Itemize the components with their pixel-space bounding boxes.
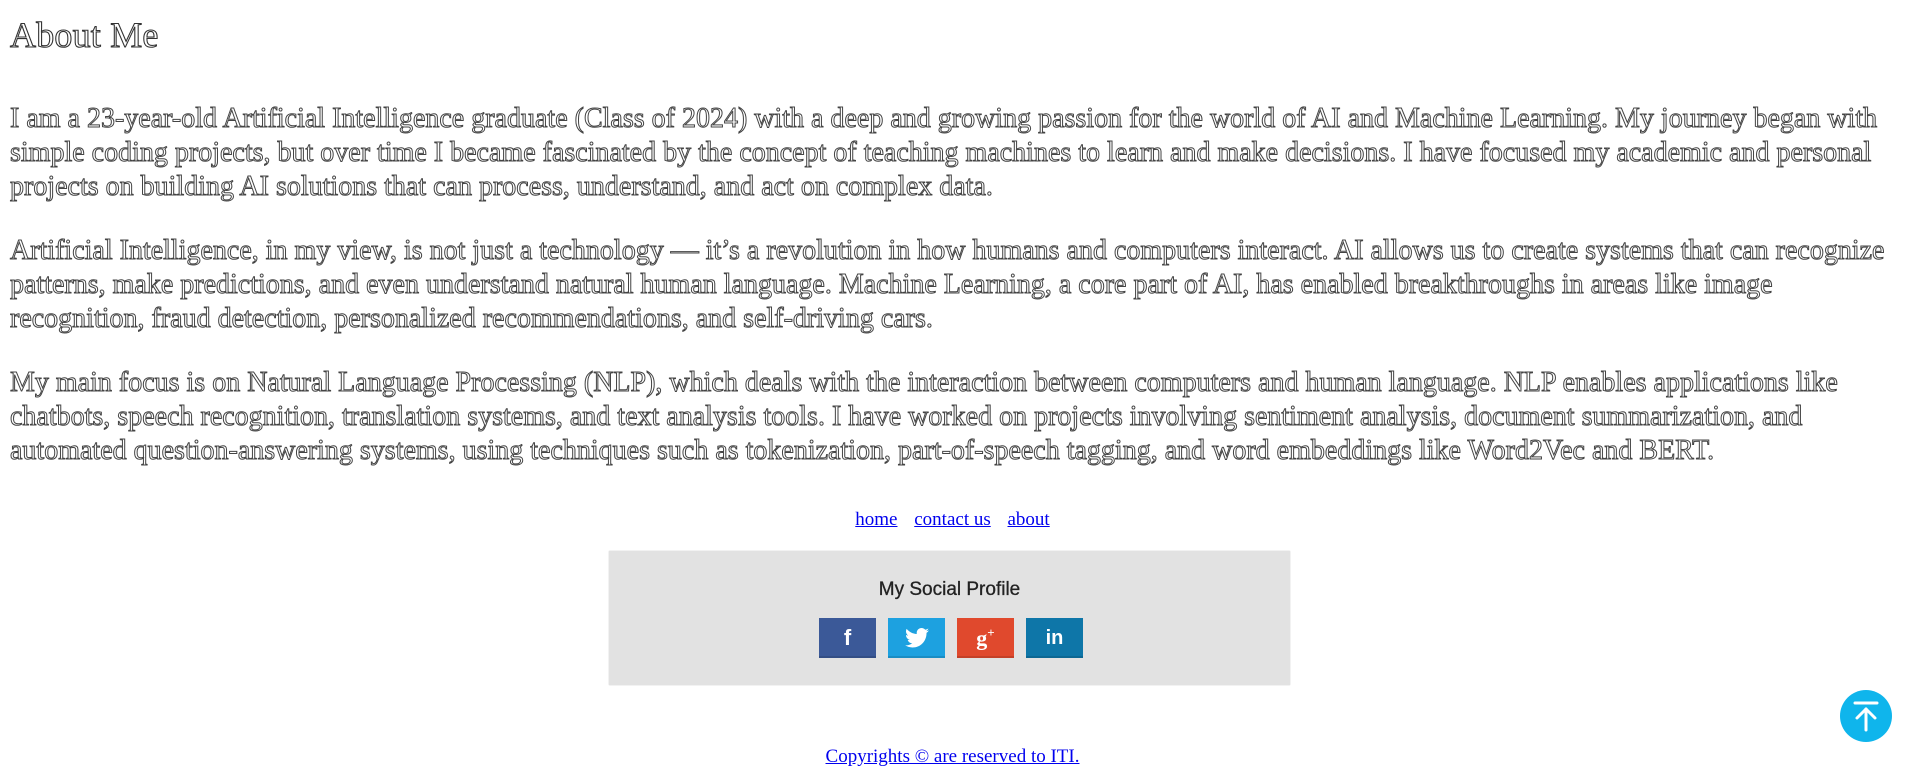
- facebook-icon: f: [843, 625, 852, 650]
- social-buttons: f g+ in: [819, 618, 1083, 658]
- social-profile-panel: My Social Profile f g+ in: [609, 551, 1290, 685]
- back-to-top-button[interactable]: [1840, 690, 1892, 742]
- about-paragraph-2: Artificial Intelligence, in my view, is …: [10, 235, 1885, 335]
- nav-link-about[interactable]: about: [1008, 509, 1050, 530]
- about-section: About Me I am a 23-year-old Artificial I…: [9, 0, 1895, 468]
- linkedin-button[interactable]: in: [1026, 618, 1083, 658]
- copyright-link[interactable]: Copyrights © are reserved to ITI.: [826, 746, 1080, 767]
- google-plus-button[interactable]: g+: [957, 618, 1014, 658]
- linkedin-icon: in: [1045, 626, 1064, 649]
- twitter-icon: [904, 628, 929, 648]
- arrow-up-icon: [1853, 701, 1879, 732]
- copyright-footer: Copyrights © are reserved to ITI.: [0, 745, 1905, 769]
- social-profile-title: My Social Profile: [878, 579, 1021, 600]
- twitter-button[interactable]: [888, 618, 945, 658]
- nav-link-contact-us[interactable]: contact us: [914, 509, 991, 530]
- nav-link-home[interactable]: home: [855, 509, 897, 530]
- about-paragraph-1: I am a 23-year-old Artificial Intelligen…: [10, 103, 1878, 203]
- page-title: About Me: [9, 14, 159, 55]
- google-plus-icon: g+: [976, 624, 995, 651]
- facebook-button[interactable]: f: [819, 618, 876, 658]
- about-paragraph-3: My main focus is on Natural Language Pro…: [10, 367, 1839, 467]
- footer-nav: home contact us about: [0, 508, 1905, 532]
